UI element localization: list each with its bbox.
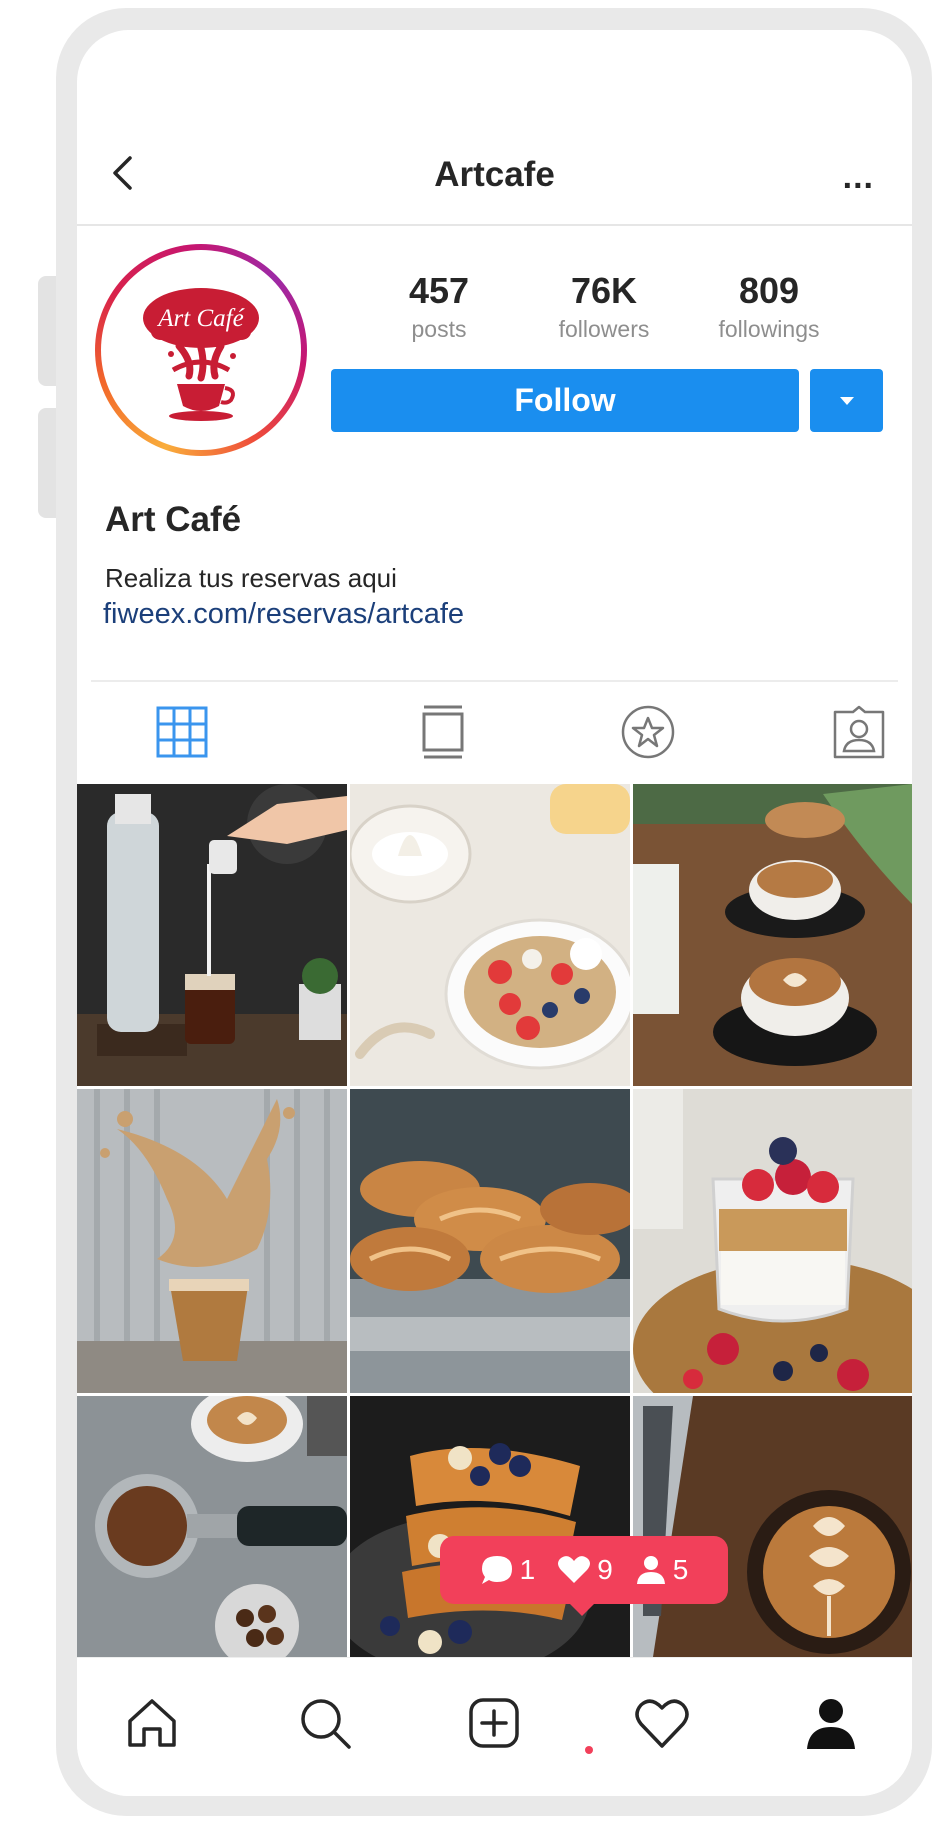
follow-dropdown-button[interactable] — [810, 369, 883, 432]
stat-posts[interactable]: 457 posts — [359, 270, 519, 343]
post-tile[interactable] — [633, 1089, 912, 1393]
tab-favorites[interactable] — [618, 702, 678, 762]
feed-icon — [422, 705, 464, 759]
post-tile[interactable] — [77, 1089, 347, 1393]
grid-icon — [156, 706, 208, 758]
stat-posts-label: posts — [411, 316, 467, 342]
post-grid — [77, 784, 912, 1657]
post-tile[interactable] — [633, 784, 912, 1086]
bottom-nav — [77, 1657, 912, 1796]
more-options-button[interactable]: ... — [843, 158, 874, 197]
stat-followers-value: 76K — [570, 270, 638, 311]
stat-followings-value: 809 — [738, 270, 800, 311]
like-count-value: 9 — [597, 1554, 613, 1585]
heart-filled-icon — [558, 1556, 591, 1583]
tab-tagged[interactable] — [829, 702, 889, 762]
post-tile[interactable] — [633, 1396, 912, 1657]
star-icon — [621, 705, 675, 759]
post-photo — [350, 784, 630, 1086]
volume-up-button — [38, 276, 58, 386]
person-icon — [636, 1556, 665, 1584]
post-tile[interactable] — [350, 784, 630, 1086]
notification-pointer — [566, 1600, 598, 1616]
post-tile[interactable] — [350, 1396, 630, 1657]
activity-indicator-dot — [585, 1746, 593, 1754]
nav-activity[interactable] — [627, 1688, 697, 1758]
tab-grid[interactable] — [152, 702, 212, 762]
post-tile[interactable] — [77, 784, 347, 1086]
post-photo — [350, 1396, 630, 1657]
post-photo — [77, 1089, 347, 1393]
like-count: 9 — [557, 1554, 613, 1586]
nav-home[interactable] — [117, 1688, 187, 1758]
post-tile[interactable] — [77, 1396, 347, 1657]
post-photo — [77, 784, 347, 1086]
tab-feed[interactable] — [413, 702, 473, 762]
stat-posts-value: 457 — [408, 270, 470, 311]
follower-count-value: 5 — [672, 1554, 689, 1585]
follow-button[interactable]: Follow — [331, 369, 799, 432]
caret-down-icon — [839, 396, 854, 405]
nav-search[interactable] — [290, 1688, 360, 1758]
profile-icon — [807, 1699, 855, 1749]
nav-profile[interactable] — [796, 1688, 866, 1758]
add-post-icon — [469, 1698, 519, 1748]
phone-screen: Artcafe ... Art Café 457 posts 76K follo… — [77, 30, 912, 1796]
post-photo — [350, 1089, 630, 1393]
volume-down-button — [38, 408, 58, 518]
stat-followings[interactable]: 809 followings — [689, 270, 849, 343]
follower-count: 5 — [635, 1554, 689, 1586]
profile-bio: Realiza tus reservas aqui — [105, 563, 397, 593]
top-bar: Artcafe ... — [77, 30, 912, 226]
search-icon — [301, 1699, 351, 1749]
post-photo — [633, 1396, 912, 1657]
profile-name: Art Café — [105, 500, 242, 539]
profile-link[interactable]: fiweex.com/reservas/artcafe — [103, 598, 464, 631]
nav-add-post[interactable] — [459, 1688, 529, 1758]
svg-text:Art Café: Art Café — [156, 305, 244, 332]
comment-count-value: 1 — [519, 1554, 536, 1585]
comment-count: 1 — [480, 1554, 536, 1586]
tab-divider — [91, 680, 898, 682]
profile-avatar[interactable]: Art Café — [95, 244, 307, 456]
stat-followings-label: followings — [718, 316, 820, 342]
post-photo — [633, 784, 912, 1086]
activity-notification-badge[interactable]: 1 9 5 — [440, 1536, 728, 1604]
post-tile[interactable] — [350, 1089, 630, 1393]
post-photo — [77, 1396, 347, 1657]
heart-icon — [635, 1699, 689, 1748]
comment-icon — [481, 1556, 512, 1584]
art-cafe-logo: Art Café — [143, 288, 259, 421]
home-icon — [128, 1699, 176, 1747]
tagged-icon — [833, 705, 885, 759]
stat-followers[interactable]: 76K followers — [524, 270, 684, 343]
page-title: Artcafe — [434, 155, 555, 194]
avatar-inner: Art Café — [101, 250, 301, 450]
stat-followers-label: followers — [558, 316, 650, 342]
post-photo — [633, 1089, 912, 1393]
